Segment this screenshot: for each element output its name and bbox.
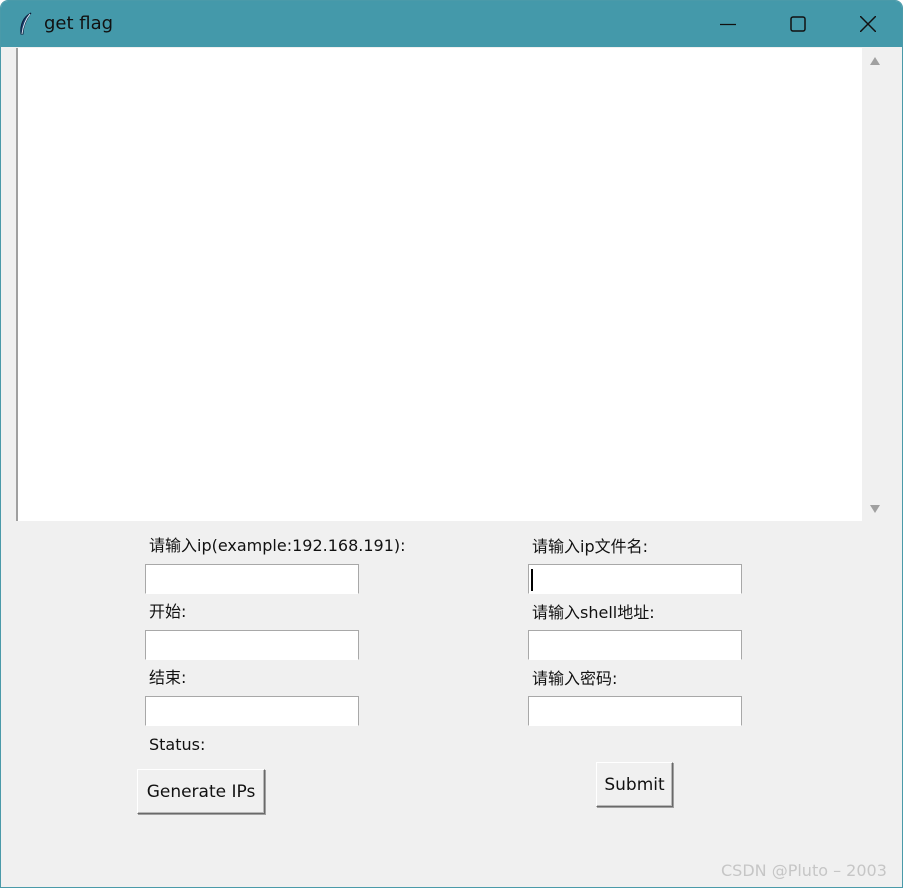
minimize-button[interactable] bbox=[693, 1, 763, 47]
start-input[interactable] bbox=[145, 630, 359, 660]
close-button[interactable] bbox=[833, 1, 902, 47]
generate-ips-button[interactable]: Generate IPs bbox=[137, 769, 265, 814]
password-input[interactable] bbox=[528, 696, 742, 726]
end-label: 结束: bbox=[149, 668, 187, 687]
scroll-down-arrow-icon[interactable] bbox=[869, 504, 881, 514]
vertical-scrollbar[interactable] bbox=[863, 48, 889, 521]
app-window: get flag 请输入ip(example:192.168.191): 开始:… bbox=[0, 0, 903, 888]
shell-url-label: 请输入shell地址: bbox=[532, 603, 655, 622]
close-icon bbox=[860, 16, 876, 32]
submit-button[interactable]: Submit bbox=[596, 762, 673, 807]
output-text-area[interactable] bbox=[16, 48, 862, 521]
ip-file-input[interactable] bbox=[528, 564, 742, 594]
watermark-text: CSDN @Pluto – 2003 bbox=[721, 861, 887, 880]
ip-prefix-input[interactable] bbox=[145, 564, 359, 594]
scroll-up-arrow-icon[interactable] bbox=[869, 56, 881, 66]
feather-icon bbox=[17, 12, 35, 36]
maximize-icon bbox=[790, 16, 806, 32]
title-bar[interactable]: get flag bbox=[1, 1, 902, 47]
ip-file-label: 请输入ip文件名: bbox=[532, 537, 648, 556]
window-title: get flag bbox=[44, 13, 114, 34]
end-input[interactable] bbox=[145, 696, 359, 726]
maximize-button[interactable] bbox=[763, 1, 833, 47]
start-label: 开始: bbox=[149, 602, 187, 621]
minimize-icon bbox=[720, 23, 736, 26]
status-label: Status: bbox=[149, 735, 206, 754]
password-label: 请输入密码: bbox=[532, 669, 618, 688]
ip-prefix-label: 请输入ip(example:192.168.191): bbox=[149, 536, 406, 555]
shell-url-input[interactable] bbox=[528, 630, 742, 660]
